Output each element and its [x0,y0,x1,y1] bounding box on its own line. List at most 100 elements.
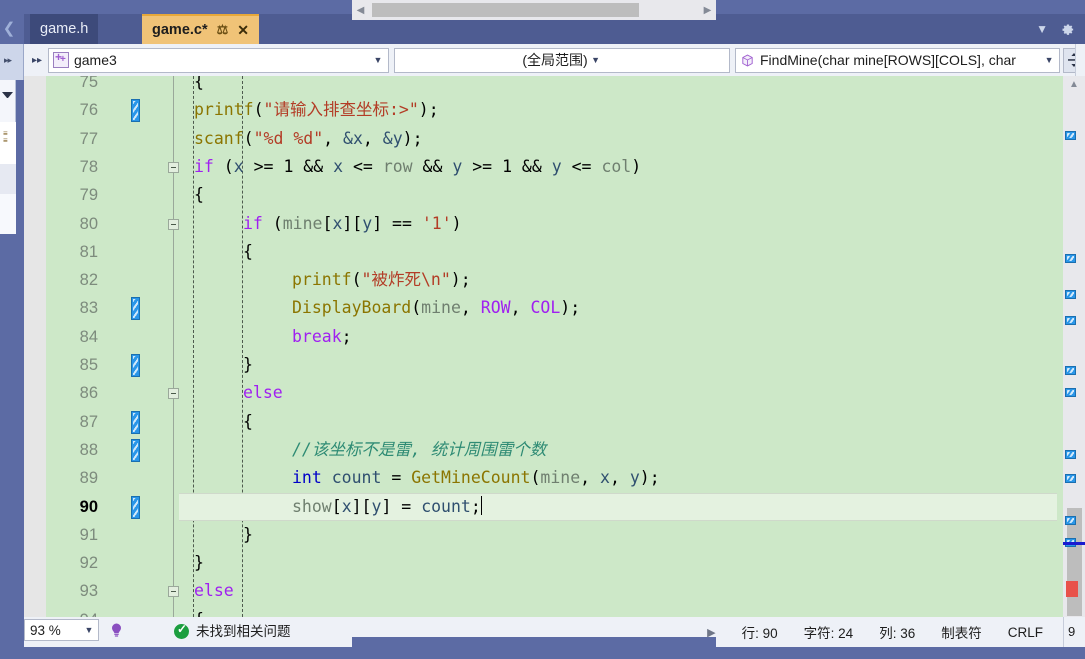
scrollbar-change-marker [1065,290,1076,299]
line-number: 82 [79,271,98,290]
code-text: int count = GetMineCount(mine, x, y); [292,464,660,492]
code-token: count [421,496,471,516]
code-text: { [243,238,253,266]
code-token: , [460,298,481,318]
code-line[interactable]: 91} [46,521,1085,549]
code-text: //该坐标不是雷, 统计周围雷个数 [292,436,546,464]
code-token: ( [411,298,422,318]
play-arrow-icon[interactable]: ▶ [707,626,715,639]
code-token: if [243,213,263,233]
code-editor[interactable]: 75{76 printf("请输入排查坐标:>"); 77 scanf("%d %d"… [24,76,1085,617]
expand-icon[interactable]: ▸▸ [28,46,46,74]
tab-label: game.h [40,21,89,37]
code-line[interactable]: 82 printf("被炸死\n"); [46,266,1085,294]
code-token: y [362,213,373,233]
code-lines-container[interactable]: 75{76 printf("请输入排查坐标:>"); 77 scanf("%d %d"… [46,76,1085,617]
vertical-scrollbar[interactable]: ▲ ▼ [1063,76,1085,617]
line-number: 85 [79,356,98,374]
code-line[interactable]: 90 show[x][y] = count; [46,493,1085,521]
collapse-toggle[interactable] [168,586,179,598]
scroll-left-icon[interactable]: ◀ [352,0,369,20]
success-check-icon [174,622,189,639]
code-text: { [194,606,204,617]
project-dropdown[interactable]: game3 ▼ [47,47,389,73]
code-token: { [243,241,253,261]
code-text: } [243,351,253,379]
code-line[interactable]: 94 { [46,606,1085,617]
code-token: mine [421,298,461,318]
code-line[interactable]: 89 int count = GetMineCount(mine, x, y); [46,464,1085,492]
function-dropdown[interactable]: FindMine(char mine[ROWS][COLS], char ▼ [735,47,1061,73]
tab-game-c[interactable]: game.c* ⚖ ✕ [142,14,260,44]
code-line[interactable]: 76 printf("请输入排查坐标:>"); [46,96,1085,124]
collapse-toggle[interactable] [168,388,179,400]
status-tabs: 制表符 [941,626,982,641]
code-line[interactable]: 75 { [46,76,1085,96]
code-line[interactable]: 86 else [46,379,1085,407]
status-line: 行: 90 [741,626,778,641]
code-token: , [580,468,601,488]
zoom-level-dropdown[interactable]: 93 % ▼ [24,619,99,641]
scroll-right-icon[interactable]: ▶ [699,0,716,20]
line-number: 91 [79,525,98,544]
line-number: 81 [79,242,98,261]
code-token: "请输入排查坐标:>" [263,100,419,120]
chevron-down-icon: ▼ [591,55,601,65]
collapse-toggle[interactable] [168,161,179,173]
status-line-ending[interactable]: CRLF [1008,625,1043,640]
lightbulb-icon[interactable] [108,622,125,639]
code-line[interactable]: 77 scanf("%d %d", &x, &y); [46,125,1085,153]
code-text: scanf("%d %d", &x, &y); [194,125,423,153]
code-line[interactable]: 88 //该坐标不是雷, 统计周围雷个数 [46,436,1085,464]
code-token: x [332,213,343,233]
code-token: ; [470,496,481,516]
code-token: , [510,298,531,318]
left-tool-panel-filter[interactable] [0,80,16,122]
code-token: else [194,581,234,601]
code-line[interactable]: 83 DisplayBoard(mine, ROW, COL); [46,294,1085,322]
code-token: ); [639,468,660,488]
code-line[interactable]: 78 if (x >= 1 && x <= row && y >= 1 && y … [46,153,1085,181]
code-token: printf [292,270,352,290]
zoom-level-value: 93 % [30,622,61,638]
code-line[interactable]: 93 else [46,577,1085,605]
code-token: x [233,156,244,176]
line-number: 78 [79,157,98,176]
horizontal-scrollbar[interactable]: ◀ ▶ [352,0,716,20]
code-token: x [341,496,352,516]
scrollbar-change-marker [1065,254,1076,263]
cpp-project-icon [52,50,69,68]
code-line[interactable]: 79 { [46,181,1085,209]
code-line[interactable]: 92} [46,549,1085,577]
code-token: ( [243,128,254,148]
gear-icon[interactable] [1060,22,1075,37]
code-token: } [194,553,204,573]
code-line[interactable]: 80 if (mine[x][y] == '1') [46,210,1085,238]
left-tool-panel-list[interactable]: ≡ ≡ [0,122,16,164]
code-token: y [551,156,562,176]
code-token: ( [253,100,264,120]
code-line[interactable]: 87 { [46,408,1085,436]
pin-icon[interactable]: ⚖ [217,22,229,38]
code-text: if (mine[x][y] == '1') [243,210,462,238]
code-line[interactable]: 85} [46,351,1085,379]
left-tool-panel-header[interactable]: ▸▸ [0,44,24,80]
tab-game-h[interactable]: game.h [30,14,99,44]
code-token: row [382,156,413,176]
status-tail: 9 [1063,617,1085,647]
code-token: , [609,468,630,488]
chevron-down-icon[interactable]: ▼ [1036,22,1048,36]
code-token: } [243,355,253,374]
line-number: 87 [79,412,98,431]
chevron-left-icon[interactable]: ❮ [2,20,16,38]
close-icon[interactable]: ✕ [237,22,249,39]
collapse-toggle[interactable] [168,218,179,230]
scope-dropdown[interactable]: (全局范围) ▼ [393,47,730,73]
scroll-up-icon[interactable]: ▲ [1063,76,1085,93]
scrollbar-change-marker [1065,366,1076,375]
horizontal-scrollbar-thumb[interactable] [372,3,639,17]
line-number: 80 [79,214,98,233]
code-line[interactable]: 81 { [46,238,1085,266]
code-token: "被炸死\n" [361,270,451,290]
code-line[interactable]: 84 break; [46,323,1085,351]
